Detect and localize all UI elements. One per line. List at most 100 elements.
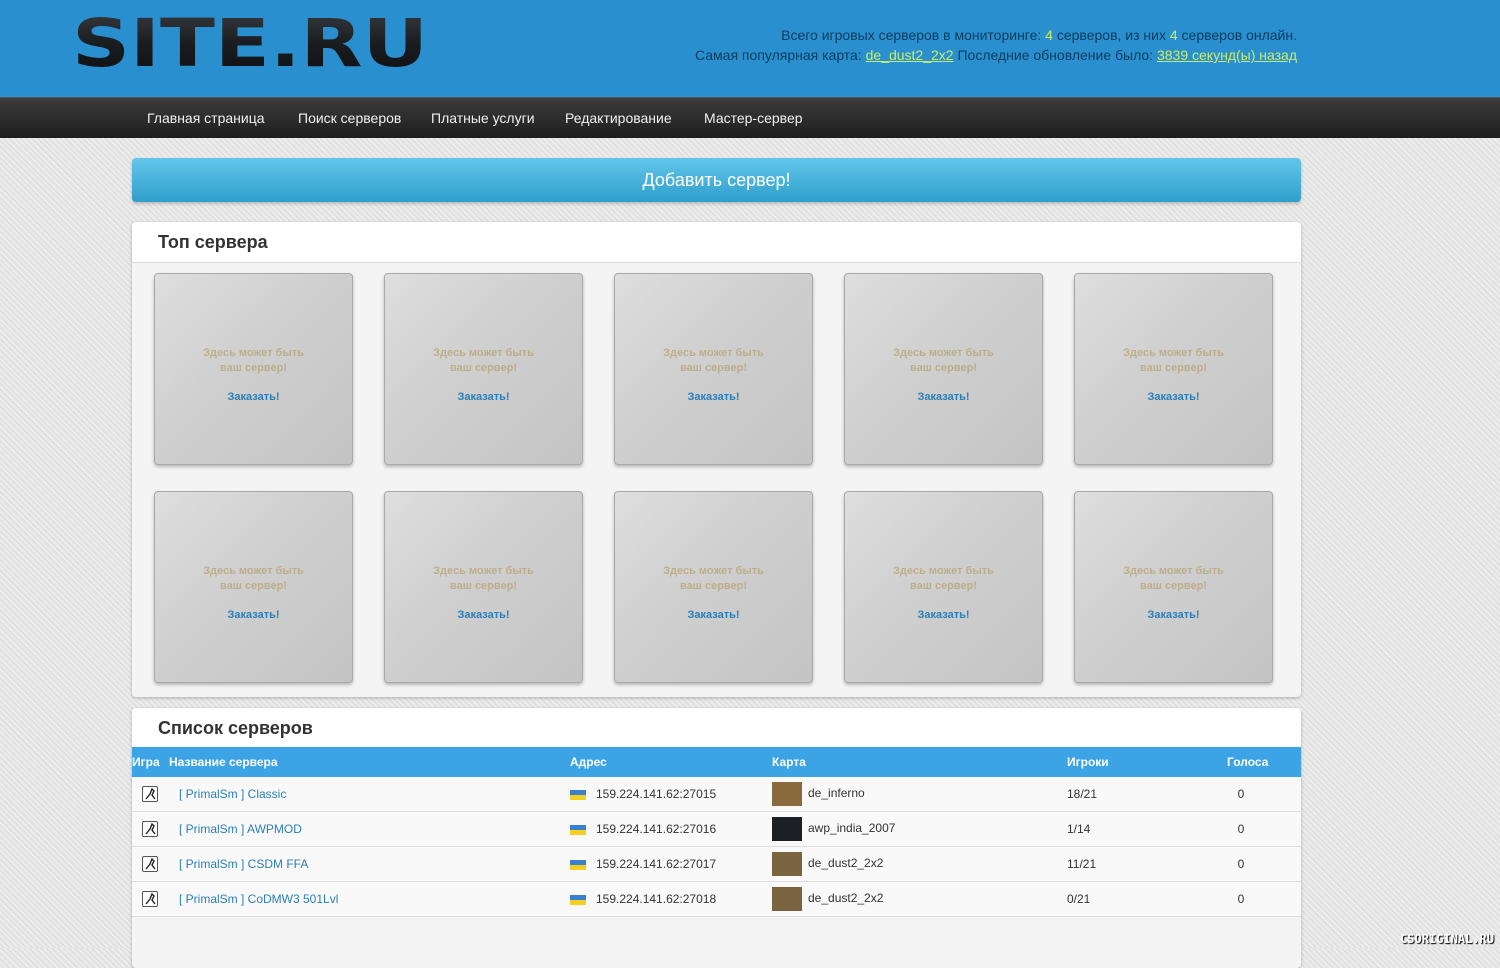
slot-line-1: Здесь может быть <box>1123 347 1224 359</box>
order-link[interactable]: Заказать! <box>615 391 812 403</box>
col-votes[interactable]: Голоса <box>1227 747 1301 777</box>
map-thumbnail <box>772 817 802 841</box>
order-link[interactable]: Заказать! <box>845 391 1042 403</box>
server-name-cell: [ PrimalSm ] Classic <box>169 777 570 812</box>
address-cell: 159.224.141.62:27015 <box>570 777 772 812</box>
popular-map-label: Самая популярная карта: <box>695 47 862 63</box>
slot-placeholder-text: Здесь может быть ваш сервер! <box>845 564 1042 594</box>
top-server-slot[interactable]: Здесь может быть ваш сервер! Заказать! <box>384 491 583 683</box>
nav-home[interactable]: Главная страница <box>147 98 265 139</box>
ukraine-flag-icon <box>570 824 586 835</box>
stats-label-online-end: серверов онлайн. <box>1181 27 1297 43</box>
slot-placeholder-text: Здесь может быть ваш сервер! <box>155 564 352 594</box>
slot-line-2: ваш сервер! <box>1139 362 1208 374</box>
top-server-slot[interactable]: Здесь может быть ваш сервер! Заказать! <box>844 491 1043 683</box>
table-row[interactable]: [ PrimalSm ] CSDM FFA 159.224.141.62:2701… <box>132 846 1301 882</box>
online-servers-count: 4 <box>1169 27 1178 43</box>
col-map[interactable]: Карта <box>772 747 1067 777</box>
players-cell: 1/14 <box>1067 811 1227 847</box>
server-name-link[interactable]: [ PrimalSm ] CoDMW3 501Lvl <box>169 892 338 906</box>
server-name-link[interactable]: [ PrimalSm ] CSDM FFA <box>169 857 308 871</box>
votes-cell: 0 <box>1227 777 1301 812</box>
order-link[interactable]: Заказать! <box>615 609 812 621</box>
nav-editing[interactable]: Редактирование <box>565 98 672 139</box>
order-link[interactable]: Заказать! <box>155 609 352 621</box>
slot-line-1: Здесь может быть <box>203 347 304 359</box>
col-server-name[interactable]: Название сервера <box>169 747 570 777</box>
order-link[interactable]: Заказать! <box>385 391 582 403</box>
site-logo[interactable]: SITE.RU <box>72 14 432 74</box>
table-row[interactable]: [ PrimalSm ] AWPMOD 159.224.141.62:27016 a… <box>132 811 1301 847</box>
map-cell: awp_india_2007 <box>772 811 1067 847</box>
ukraine-flag-icon <box>570 894 586 905</box>
col-players[interactable]: Игроки <box>1067 747 1227 777</box>
nav-paid-services[interactable]: Платные услуги <box>431 98 535 139</box>
col-address[interactable]: Адрес <box>570 747 772 777</box>
order-link[interactable]: Заказать! <box>385 609 582 621</box>
slot-placeholder-text: Здесь может быть ваш сервер! <box>615 346 812 376</box>
votes-cell: 0 <box>1227 881 1301 917</box>
map-cell: de_inferno <box>772 777 1067 812</box>
players-cell: 18/21 <box>1067 777 1227 812</box>
server-address: 159.224.141.62:27018 <box>596 892 717 906</box>
table-row[interactable]: [ PrimalSm ] CoDMW3 501Lvl 159.224.141.62… <box>132 881 1301 917</box>
votes-cell: 0 <box>1227 811 1301 847</box>
server-name-link[interactable]: [ PrimalSm ] Classic <box>169 787 286 801</box>
server-list-panel: Список серверов Игра Название сервера Ад… <box>132 708 1301 968</box>
order-link[interactable]: Заказать! <box>1075 391 1272 403</box>
top-server-slot[interactable]: Здесь может быть ваш сервер! Заказать! <box>154 273 353 465</box>
counter-strike-icon <box>142 821 158 837</box>
server-name-cell: [ PrimalSm ] CSDM FFA <box>169 846 570 882</box>
popular-map-link[interactable]: de_dust2_2x2 <box>866 47 954 63</box>
server-address: 159.224.141.62:27015 <box>596 787 717 801</box>
nav-master-server[interactable]: Мастер-сервер <box>704 98 803 139</box>
top-servers-header: Топ сервера <box>132 222 1301 263</box>
slot-line-1: Здесь может быть <box>663 347 764 359</box>
top-server-slot[interactable]: Здесь может быть ваш сервер! Заказать! <box>1074 491 1273 683</box>
map-cell: de_dust2_2x2 <box>772 881 1067 917</box>
order-link[interactable]: Заказать! <box>155 391 352 403</box>
server-name-link[interactable]: [ PrimalSm ] AWPMOD <box>169 822 302 836</box>
counter-strike-icon <box>142 891 158 907</box>
top-server-slot[interactable]: Здесь может быть ваш сервер! Заказать! <box>1074 273 1273 465</box>
map-name: de_dust2_2x2 <box>808 891 884 906</box>
order-link[interactable]: Заказать! <box>1075 609 1272 621</box>
map-name: awp_india_2007 <box>808 821 896 836</box>
top-server-slot[interactable]: Здесь может быть ваш сервер! Заказать! <box>614 491 813 683</box>
watermark: CSORIGINAL.RU <box>1400 932 1494 946</box>
server-address: 159.224.141.62:27017 <box>596 857 717 871</box>
slot-line-2: ваш сервер! <box>219 580 288 592</box>
add-server-button[interactable]: Добавить сервер! <box>132 158 1301 202</box>
top-server-slot[interactable]: Здесь может быть ваш сервер! Заказать! <box>844 273 1043 465</box>
slot-line-2: ваш сервер! <box>679 362 748 374</box>
server-address: 159.224.141.62:27016 <box>596 822 717 836</box>
top-server-slot[interactable]: Здесь может быть ваш сервер! Заказать! <box>384 273 583 465</box>
game-cell <box>132 777 169 812</box>
stats-label-online: серверов, из них <box>1056 27 1166 43</box>
slot-line-2: ваш сервер! <box>909 580 978 592</box>
col-game[interactable]: Игра <box>132 747 169 777</box>
map-name: de_dust2_2x2 <box>808 856 884 871</box>
slot-placeholder-text: Здесь может быть ваш сервер! <box>615 564 812 594</box>
address-cell: 159.224.141.62:27018 <box>570 881 772 917</box>
monitoring-stats: Всего игровых серверов в мониторинге: 4 … <box>695 25 1297 65</box>
stats-line-1: Всего игровых серверов в мониторинге: 4 … <box>695 25 1297 45</box>
total-servers-count: 4 <box>1045 27 1053 43</box>
map-thumbnail <box>772 782 802 806</box>
order-link[interactable]: Заказать! <box>845 609 1042 621</box>
top-server-slot[interactable]: Здесь может быть ваш сервер! Заказать! <box>614 273 813 465</box>
slot-line-1: Здесь может быть <box>663 565 764 577</box>
last-update-label: Последние обновление было: <box>957 47 1154 63</box>
game-cell <box>132 846 169 882</box>
nav-server-search[interactable]: Поиск серверов <box>298 98 401 139</box>
top-server-slot[interactable]: Здесь может быть ваш сервер! Заказать! <box>154 491 353 683</box>
slot-placeholder-text: Здесь может быть ваш сервер! <box>385 346 582 376</box>
server-name-cell: [ PrimalSm ] CoDMW3 501Lvl <box>169 881 570 917</box>
table-row[interactable]: [ PrimalSm ] Classic 159.224.141.62:27015… <box>132 777 1301 812</box>
game-cell <box>132 881 169 917</box>
address-cell: 159.224.141.62:27016 <box>570 811 772 847</box>
slot-placeholder-text: Здесь может быть ваш сервер! <box>155 346 352 376</box>
last-update-value[interactable]: 3839 секунд(ы) назад <box>1157 47 1297 63</box>
ukraine-flag-icon <box>570 859 586 870</box>
counter-strike-icon <box>142 786 158 802</box>
